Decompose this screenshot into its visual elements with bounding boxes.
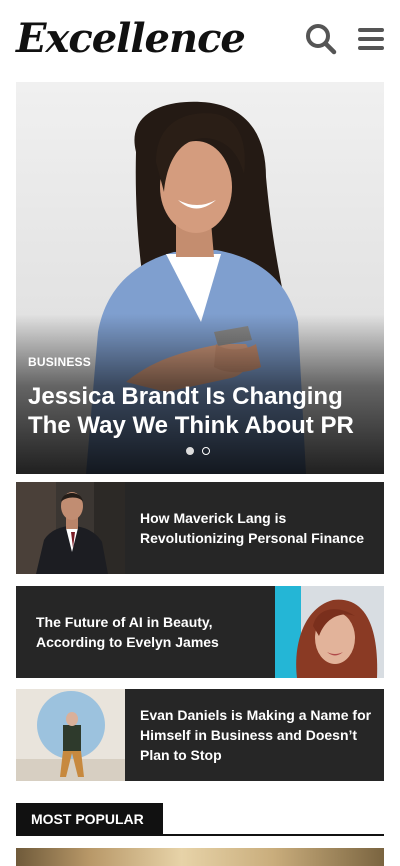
article-title[interactable]: Evan Daniels is Making a Name for Himsel… [140, 689, 374, 781]
carousel-dot-1[interactable] [186, 447, 194, 455]
article-card[interactable]: The Future of AI in Beauty, According to… [16, 586, 384, 678]
carousel-dot-2[interactable] [202, 447, 210, 455]
popular-article-image[interactable] [16, 848, 384, 866]
search-icon[interactable] [304, 22, 338, 56]
most-popular-tab[interactable]: MOST POPULAR [16, 803, 163, 835]
article-card[interactable]: How Maverick Lang is Revolutionizing Per… [16, 482, 384, 574]
article-title[interactable]: The Future of AI in Beauty, According to… [36, 586, 266, 678]
article-card[interactable]: Evan Daniels is Making a Name for Himsel… [16, 689, 384, 781]
site-logo[interactable]: Excellence [16, 14, 246, 64]
hamburger-menu-icon[interactable] [356, 22, 386, 56]
article-thumbnail [16, 689, 125, 781]
hero-title[interactable]: Jessica Brandt Is Changing The Way We Th… [28, 382, 368, 440]
hero-category[interactable]: BUSINESS [28, 355, 91, 369]
section-divider [16, 834, 384, 836]
article-title[interactable]: How Maverick Lang is Revolutionizing Per… [140, 482, 374, 574]
site-header: Excellence [0, 0, 400, 80]
article-thumbnail [275, 586, 384, 678]
hero-featured-article[interactable]: BUSINESS Jessica Brandt Is Changing The … [16, 82, 384, 474]
carousel-dots [186, 447, 210, 455]
article-thumbnail [16, 482, 125, 574]
